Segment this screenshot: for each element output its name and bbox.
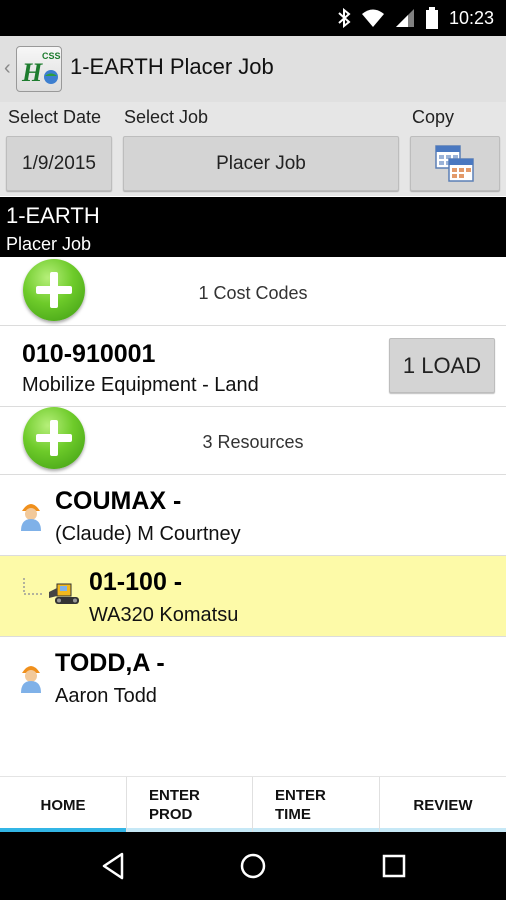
- resource-item[interactable]: COUMAX - (Claude) M Courtney: [0, 475, 506, 556]
- status-time: 10:23: [448, 7, 494, 28]
- load-button-label: 1 LOAD: [402, 352, 482, 378]
- bottom-tab-bar: HOME ENTER PROD ENTER TIME REVIEW: [0, 776, 506, 833]
- copy-calendar-icon: [435, 144, 474, 182]
- tab-enter-prod-label: ENTER PROD: [149, 787, 200, 823]
- tab-home[interactable]: HOME: [0, 777, 126, 833]
- tab-home-label: HOME: [40, 796, 86, 814]
- wifi-icon: [361, 9, 384, 27]
- cost-codes-summary: 1 Cost Codes: [198, 283, 308, 303]
- back-chevron-icon[interactable]: ‹: [4, 58, 14, 78]
- status-icons: 10:23: [337, 0, 494, 36]
- resource-item-equipment[interactable]: 01-100 - WA320 Komatsu: [0, 556, 506, 637]
- cost-code-number: 010-910001: [22, 340, 156, 368]
- action-bar: ‹ H CSS 1-EARTH Placer Job: [0, 36, 506, 102]
- resources-summary: 3 Resources: [202, 432, 304, 452]
- status-bar: 10:23: [0, 0, 506, 36]
- resource-name: (Claude) M Courtney: [55, 523, 241, 545]
- cost-code-description: Mobilize Equipment - Land: [22, 374, 259, 396]
- select-date-label: Select Date: [8, 107, 102, 127]
- job-header-code: 1-EARTH: [6, 203, 100, 228]
- tab-enter-prod[interactable]: ENTER PROD: [127, 777, 252, 833]
- select-job-value: Placer Job: [216, 152, 306, 174]
- back-icon[interactable]: [100, 852, 126, 880]
- resource-name: WA320 Komatsu: [89, 604, 239, 626]
- tab-review[interactable]: REVIEW: [380, 777, 506, 833]
- battery-icon: [425, 7, 438, 29]
- tab-enter-time-label: ENTER TIME: [275, 787, 326, 823]
- cost-code-item[interactable]: 010-910001 Mobilize Equipment - Land 1 L…: [0, 326, 506, 407]
- job-header-name: Placer Job: [6, 234, 92, 254]
- equipment-icon: [49, 583, 79, 604]
- select-job-label: Select Job: [124, 107, 209, 127]
- selector-labels: Select Date Select Job Copy: [0, 102, 506, 134]
- copy-button[interactable]: [410, 136, 500, 191]
- svg-text:H: H: [21, 58, 43, 87]
- select-job-button[interactable]: Placer Job: [123, 136, 399, 191]
- load-button[interactable]: 1 LOAD: [389, 338, 495, 393]
- tab-enter-time[interactable]: ENTER TIME: [253, 777, 379, 833]
- worker-icon: [21, 504, 41, 531]
- select-date-button[interactable]: 1/9/2015: [6, 136, 112, 191]
- worker-icon: [21, 666, 41, 693]
- select-date-value: 1/9/2015: [22, 152, 96, 174]
- selector-row: 1/9/2015 Placer Job: [0, 134, 506, 196]
- resource-code: 01-100 -: [89, 568, 183, 596]
- job-header: 1-EARTH Placer Job: [0, 197, 506, 257]
- resource-code: TODD,A -: [55, 649, 165, 677]
- tree-connector-icon: [23, 578, 42, 595]
- signal-icon: [395, 9, 414, 27]
- page-title: 1-EARTH Placer Job: [70, 54, 274, 79]
- tab-review-label: REVIEW: [413, 796, 473, 814]
- home-icon[interactable]: [240, 853, 266, 879]
- resources-row: 3 Resources: [0, 407, 506, 475]
- system-nav-bar: [0, 832, 506, 900]
- recents-icon[interactable]: [382, 854, 406, 878]
- cost-codes-row: 1 Cost Codes: [0, 257, 506, 326]
- copy-label: Copy: [412, 107, 455, 127]
- resource-code: COUMAX -: [55, 487, 182, 515]
- bluetooth-icon: [338, 8, 351, 28]
- app-logo[interactable]: H CSS: [16, 46, 62, 92]
- resource-name: Aaron Todd: [55, 685, 157, 707]
- logo-text: CSS: [42, 51, 61, 61]
- resource-item[interactable]: TODD,A - Aaron Todd: [0, 637, 506, 718]
